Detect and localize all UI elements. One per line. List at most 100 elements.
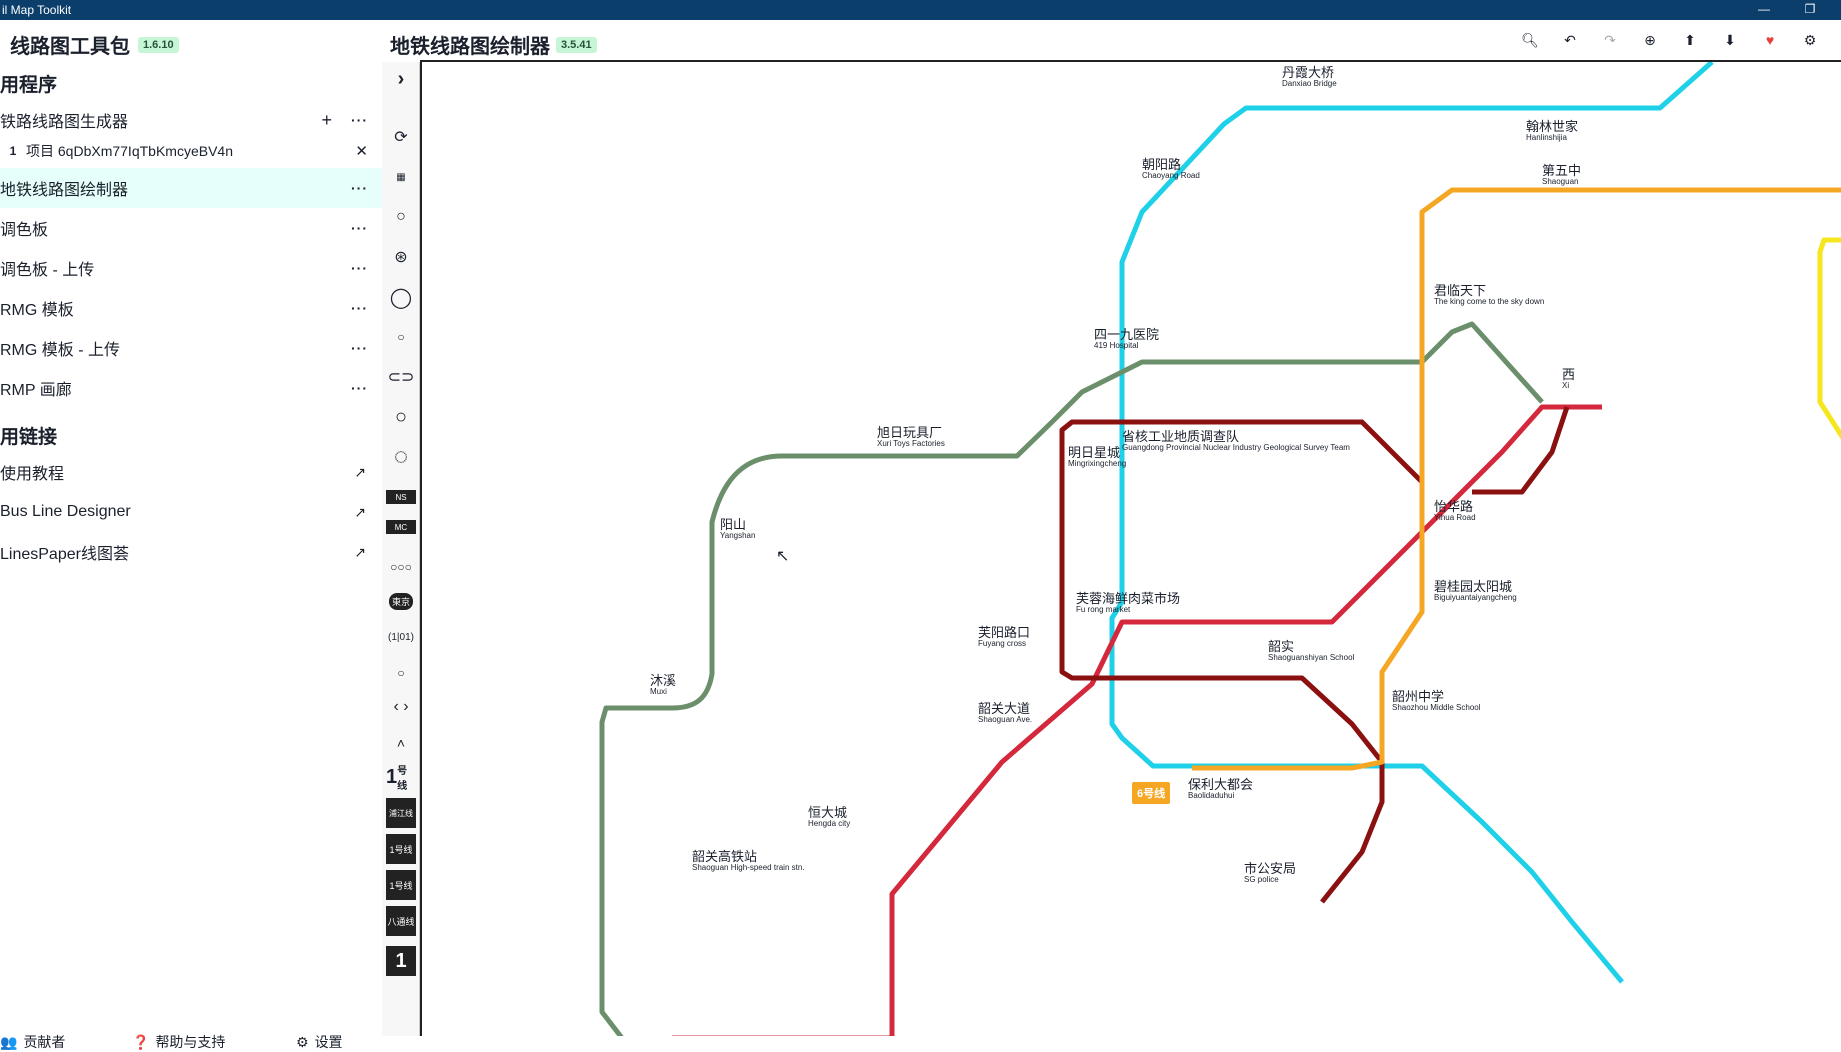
station-hanlin[interactable]: 翰林世家 Hanlinshijia (1526, 120, 1578, 142)
tool-circle-large-icon[interactable]: ○ (386, 402, 416, 432)
station-baoli[interactable]: 保利大都会 Baolidaduhui (1188, 778, 1253, 800)
tool-code-icon[interactable]: ‹ › (386, 692, 416, 722)
station-junlin[interactable]: 君临天下 The king come to the sky down (1434, 284, 1544, 306)
settings-button[interactable]: ⚙ 设置 (296, 1032, 343, 1052)
station-furong[interactable]: 芙蓉海鲜肉菜市场 Fu rong market (1076, 592, 1180, 614)
minimize-button[interactable]: — (1744, 0, 1784, 20)
more-icon[interactable]: ··· (351, 260, 368, 276)
contributors-button[interactable]: 👥 贡献者 (0, 1032, 65, 1052)
sidebar-title: 线路图工具包 (10, 36, 130, 58)
station-xuri[interactable]: 旭日玩具厂 Xuri Toys Factories (877, 426, 945, 448)
redo-icon[interactable]: ↷ (1598, 32, 1622, 52)
map-canvas[interactable]: 丹霞大桥 Danxiao Bridge 翰林世家 Hanlinshijia 第五中 S… (420, 60, 1841, 1036)
tool-tokyo-icon[interactable]: 東京 (386, 586, 416, 616)
tool-ns-badge-icon[interactable]: NS (386, 490, 416, 504)
station-police[interactable]: 市公安局 SG police (1244, 862, 1296, 884)
link-bus-line-designer[interactable]: Bus Line Designer ↗ (0, 492, 382, 532)
tool-circle-tiny2-icon[interactable]: ○ (386, 658, 416, 688)
link-linespaper[interactable]: LinesPaper线图荟 ↗ (0, 532, 382, 572)
sidebar-item-label: RMG 模板 - 上传 (0, 342, 120, 359)
station-fuyang[interactable]: 芙阳路口 Fuyang cross (978, 626, 1030, 648)
tool-line-badge-e[interactable]: 1 (386, 946, 416, 976)
sidebar-item-rmp[interactable]: 地铁线路图绘制器 ··· (0, 168, 382, 208)
heart-icon[interactable]: ♥ (1758, 32, 1782, 52)
station-shaozhou[interactable]: 韶州中学 Shaozhou Middle School (1392, 690, 1481, 712)
more-icon[interactable]: ··· (351, 180, 368, 196)
station-zh: 第五中 (1542, 163, 1582, 178)
station-en: Guangdong Provincial Nuclear Industry Ge… (1122, 443, 1350, 452)
station-shaoguan-ave[interactable]: 韶关大道 Shaoguan Ave. (978, 702, 1032, 724)
station-zh: 碧桂园太阳城 (1434, 579, 1513, 594)
sidebar-item-rmp-gallery[interactable]: RMP 画廊 ··· (0, 368, 382, 408)
help-button[interactable]: ❓ 帮助与支持 (132, 1032, 225, 1052)
station-survey[interactable]: 省核工业地质调查队 Guangdong Provincial Nuclear In… (1122, 430, 1350, 452)
upload-icon[interactable]: ⬆ (1678, 32, 1702, 52)
tool-number-station-icon[interactable]: (1|01) (386, 622, 416, 652)
station-muxi[interactable]: 沐溪 Muxi (650, 674, 676, 696)
station-chaoyang[interactable]: 朝阳路 Chaoyang Road (1142, 158, 1200, 180)
close-icon[interactable]: ✕ (355, 142, 368, 160)
station-419[interactable]: 四一九医院 419 Hospital (1094, 328, 1159, 350)
search-icon[interactable]: 🔍︎ (1518, 32, 1542, 52)
chevron-up-icon[interactable]: ˄ (386, 728, 416, 758)
tool-dots-icon[interactable]: ○○○ (386, 552, 416, 582)
tool-grid-station-icon[interactable]: ▦ (386, 162, 416, 192)
tool-mc-badge-icon[interactable]: MC (386, 520, 416, 534)
sidebar-item-rmg-templates[interactable]: RMG 模板 ··· (0, 288, 382, 328)
main-header: 地铁线路图绘制器 3.5.41 🔍︎ ↶ ↷ ⊕ ⬆ ⬇ ♥ ⚙ (388, 20, 1841, 60)
chevron-right-icon[interactable]: › (386, 64, 416, 94)
tool-circle-bold-icon[interactable]: ◯ (386, 282, 416, 312)
sidebar-item-label: RMP 画廊 (0, 382, 72, 399)
tool-ring-icon[interactable]: ◌ (386, 442, 416, 472)
line6-badge[interactable]: 6号线 (1132, 782, 1171, 804)
more-icon[interactable]: ··· (351, 380, 368, 396)
project-number: 1 (9, 144, 17, 158)
tool-line-badge-c[interactable]: 1号线 (386, 834, 416, 864)
tool-interchange-icon[interactable]: ⟳ (386, 122, 416, 152)
station-yangshan[interactable]: 阳山 Yangshan (720, 518, 755, 540)
sidebar-item-project[interactable]: 1 项目 6qDbXm77IqTbKmcyeBV4n ✕ (0, 134, 382, 168)
station-hengda[interactable]: 恒大城 Hengda city (808, 806, 850, 828)
more-icon[interactable]: ··· (351, 340, 368, 356)
tool-line-badge-d[interactable]: 八通线 (386, 906, 416, 936)
more-icon[interactable]: ··· (351, 220, 368, 236)
download-icon[interactable]: ⬇ (1718, 32, 1742, 52)
station-zh: 市公安局 (1244, 861, 1297, 876)
station-hsr[interactable]: 韶关高铁站 Shaoguan High-speed train stn. (692, 850, 805, 872)
station-en: The king come to the sky down (1434, 297, 1545, 306)
undo-icon[interactable]: ↶ (1558, 32, 1582, 52)
sidebar-item-palette[interactable]: 调色板 ··· (0, 208, 382, 248)
link-tutorial[interactable]: 使用教程 ↗ (0, 452, 382, 492)
sidebar-item-rmg-templates-upload[interactable]: RMG 模板 - 上传 ··· (0, 328, 382, 368)
more-icon[interactable]: ··· (351, 300, 368, 316)
tool-circle-tiny-icon[interactable]: ○ (386, 322, 416, 352)
line-orange (1192, 187, 1841, 771)
station-danxiao[interactable]: 丹霞大桥 Danxiao Bridge (1282, 66, 1337, 88)
tool-circle-small-icon[interactable]: ○ (386, 202, 416, 232)
tool-line-badge-c2[interactable]: 1号线 (386, 870, 416, 900)
window-titlebar: il Map Toolkit — ❐ (0, 0, 1841, 20)
tool-pill-icon[interactable]: ⊂⊃ (386, 362, 416, 392)
sidebar-item-palette-upload[interactable]: 调色板 - 上传 ··· (0, 248, 382, 288)
add-icon[interactable]: + (321, 110, 332, 131)
station-biguiyuan[interactable]: 碧桂园太阳城 Biguiyuantaiyangcheng (1434, 580, 1517, 602)
station-diwuzhong[interactable]: 第五中 Shaoguan (1542, 164, 1581, 186)
tool-shmetro-icon[interactable]: ⊛ (386, 242, 416, 272)
station-en: SG police (1244, 875, 1279, 884)
station-en: Shaoguan Ave. (978, 715, 1033, 724)
external-link-icon: ↗ (354, 503, 366, 520)
line-teal-path (1109, 62, 1714, 984)
station-yihua[interactable]: 怡华路 Yihua Road (1434, 500, 1476, 522)
zoom-in-icon[interactable]: ⊕ (1638, 32, 1662, 52)
station-xi[interactable]: 西 Xi (1562, 368, 1575, 390)
more-icon[interactable]: ··· (351, 112, 368, 128)
gear-icon[interactable]: ⚙ (1798, 32, 1822, 52)
station-mingri[interactable]: 明日星城 Mingrixingcheng (1068, 446, 1126, 468)
station-shaoshi[interactable]: 韶实 Shaoguanshiyan School (1268, 640, 1354, 662)
tool-line-badge-a[interactable]: 1 号线 (386, 762, 416, 793)
station-en: Shaozhou Middle School (1392, 703, 1481, 712)
map-lines (599, 62, 1841, 1036)
main-title-wrap: 地铁线路图绘制器 3.5.41 (390, 30, 597, 59)
tool-line-badge-b[interactable]: 浦江线 (386, 798, 416, 828)
restore-button[interactable]: ❐ (1790, 0, 1830, 20)
